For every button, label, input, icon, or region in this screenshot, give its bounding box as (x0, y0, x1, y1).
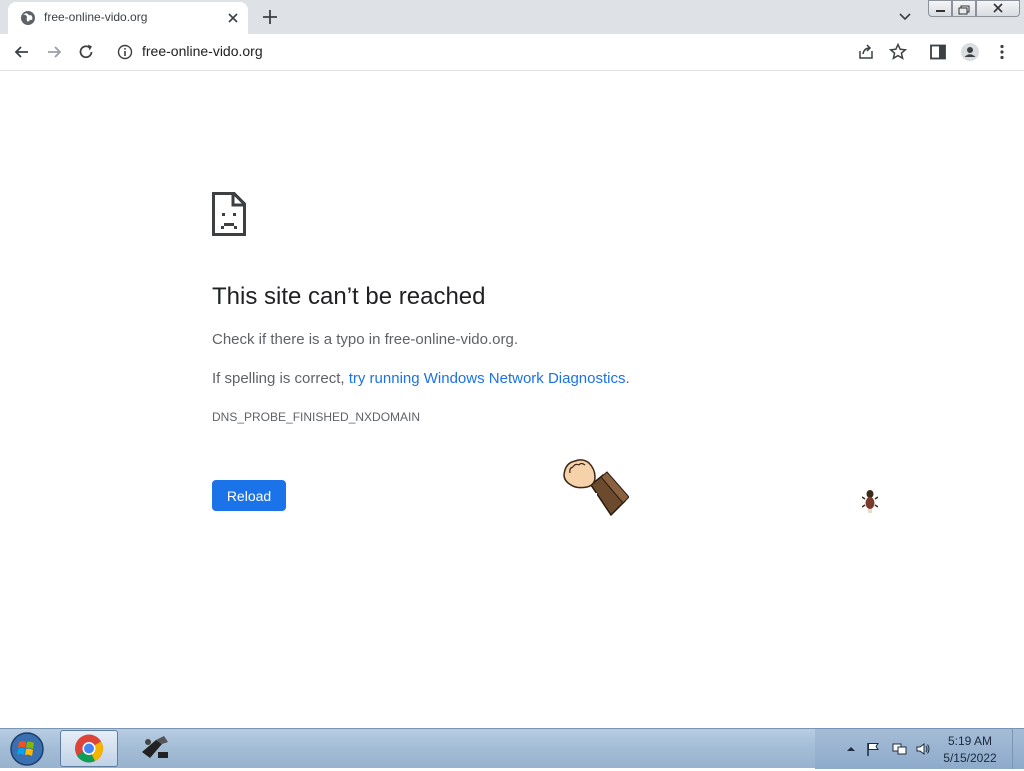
restore-button[interactable] (952, 0, 976, 17)
error-hint-diagnostics: If spelling is correct, try running Wind… (212, 370, 630, 387)
taskbar-chrome-button[interactable] (60, 730, 118, 767)
minimize-button[interactable] (928, 0, 952, 17)
show-desktop-button[interactable] (1012, 729, 1024, 769)
diagnostics-prefix: If spelling is correct, (212, 370, 349, 387)
bug-sprite-icon (862, 490, 878, 513)
side-panel-icon[interactable] (928, 42, 948, 62)
close-window-button[interactable] (976, 0, 1020, 17)
clock-date[interactable]: 5/15/2022 (935, 751, 1005, 765)
error-code: DNS_PROBE_FINISHED_NXDOMAIN (212, 410, 421, 424)
windows-taskbar: 5:19 AM 5/15/2022 (0, 728, 1024, 769)
action-center-flag-icon[interactable] (865, 741, 881, 757)
forward-arrow-icon[interactable] (44, 42, 64, 62)
globe-icon (21, 11, 35, 25)
close-icon (993, 3, 1003, 13)
network-diagnostics-link[interactable]: try running Windows Network Diagnostics (349, 370, 626, 387)
show-hidden-icons-icon[interactable] (843, 741, 859, 757)
diagnostics-suffix: . (625, 370, 630, 387)
minimize-icon (936, 10, 945, 12)
error-hint-typo: Check if there is a typo in free-online-… (212, 331, 518, 348)
chrome-icon (75, 734, 103, 763)
taskbar-app-icon[interactable] (128, 730, 180, 767)
volume-speaker-icon[interactable] (915, 741, 931, 757)
site-info-icon[interactable] (117, 44, 133, 60)
close-tab-icon[interactable] (224, 9, 242, 27)
network-icon[interactable] (891, 741, 907, 757)
tab-strip: free-online-vido.org (0, 0, 1024, 34)
clock-time[interactable]: 5:19 AM (935, 734, 1005, 748)
reload-button[interactable]: Reload (212, 480, 286, 511)
new-tab-icon[interactable] (260, 7, 280, 27)
browser-toolbar: free-online-vido.org (0, 34, 1024, 71)
page-content: This site can’t be reached Check if ther… (0, 71, 1024, 728)
share-icon[interactable] (856, 42, 876, 62)
browser-tab[interactable]: free-online-vido.org (8, 2, 248, 34)
tab-title: free-online-vido.org (44, 10, 148, 24)
start-orb-icon[interactable] (5, 730, 49, 768)
menu-kebab-icon[interactable] (992, 42, 1012, 62)
chevron-down-icon[interactable] (896, 9, 914, 25)
profile-avatar-icon[interactable] (960, 42, 980, 62)
grabbing-hand-cursor-icon (563, 459, 629, 517)
window-controls (928, 0, 1020, 18)
back-arrow-icon[interactable] (12, 42, 32, 62)
reload-icon[interactable] (76, 42, 96, 62)
bookmark-star-icon[interactable] (888, 42, 908, 62)
address-bar-url[interactable]: free-online-vido.org (142, 43, 263, 59)
sad-page-icon (212, 192, 246, 236)
restore-icon (958, 5, 970, 15)
error-title: This site can’t be reached (212, 283, 486, 310)
